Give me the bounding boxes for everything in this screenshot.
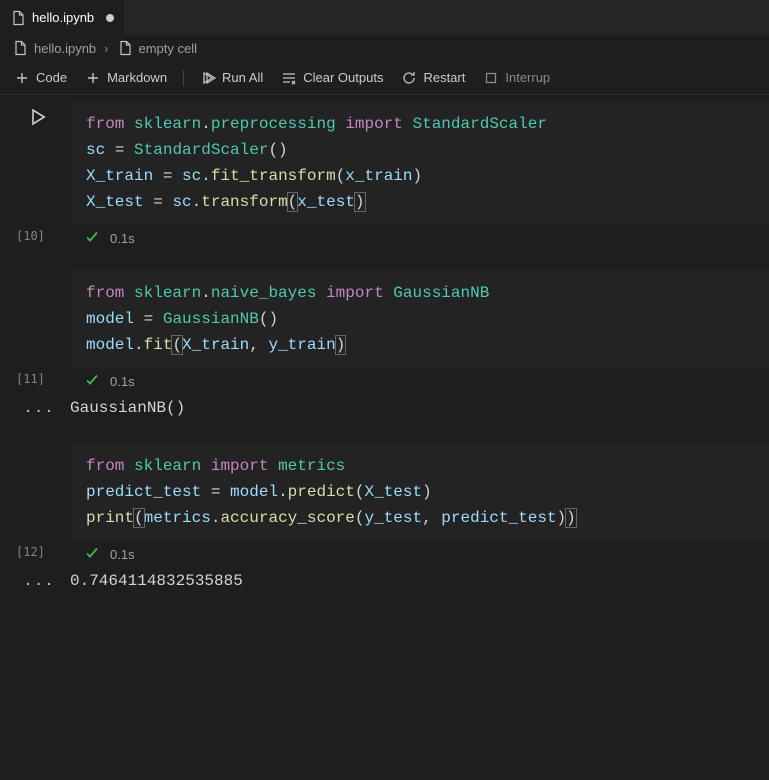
notebook-cell: [12]...from sklearn import metrics predi… bbox=[0, 443, 769, 594]
breadcrumb-leaf[interactable]: empty cell bbox=[139, 41, 198, 56]
code-content[interactable]: from sklearn import metrics predict_test… bbox=[86, 453, 755, 531]
code-editor[interactable]: from sklearn import metrics predict_test… bbox=[70, 443, 769, 541]
cell-output: 0.7464114832535885 bbox=[70, 564, 769, 594]
toolbar-divider bbox=[183, 70, 184, 86]
execution-time: 0.1s bbox=[110, 547, 135, 562]
add-markdown-label: Markdown bbox=[107, 70, 167, 85]
code-editor[interactable]: from sklearn.naive_bayes import Gaussian… bbox=[70, 270, 769, 368]
notebook-toolbar: Code Markdown Run All Clear Outputs Rest… bbox=[0, 61, 769, 95]
execution-time: 0.1s bbox=[110, 374, 135, 389]
editor-tab[interactable]: hello.ipynb bbox=[0, 0, 125, 35]
output-gutter-icon: ... bbox=[24, 573, 55, 589]
file-icon bbox=[12, 40, 28, 56]
chevron-right-icon: › bbox=[102, 41, 110, 56]
restart-label: Restart bbox=[423, 70, 465, 85]
success-check-icon bbox=[84, 545, 100, 564]
interrupt-label: Interrup bbox=[505, 70, 550, 85]
restart-button[interactable]: Restart bbox=[393, 66, 473, 90]
notebook-cell: [11]...from sklearn.naive_bayes import G… bbox=[0, 270, 769, 421]
interrupt-button[interactable]: Interrup bbox=[475, 66, 558, 90]
code-content[interactable]: from sklearn.preprocessing import Standa… bbox=[86, 111, 755, 215]
cell-icon bbox=[117, 40, 133, 56]
tab-filename: hello.ipynb bbox=[32, 10, 94, 25]
code-editor[interactable]: from sklearn.preprocessing import Standa… bbox=[70, 101, 769, 225]
run-all-button[interactable]: Run All bbox=[192, 66, 271, 90]
execution-count: [10] bbox=[16, 229, 45, 243]
code-content[interactable]: from sklearn.naive_bayes import Gaussian… bbox=[86, 280, 755, 358]
output-gutter-icon: ... bbox=[24, 400, 55, 416]
execution-count: [11] bbox=[16, 372, 45, 386]
run-all-label: Run All bbox=[222, 70, 263, 85]
cell-status: 0.1s bbox=[70, 225, 769, 248]
breadcrumb-file[interactable]: hello.ipynb bbox=[34, 41, 96, 56]
add-code-button[interactable]: Code bbox=[6, 66, 75, 90]
dirty-indicator-icon bbox=[106, 14, 114, 22]
cell-status: 0.1s bbox=[70, 541, 769, 564]
cell-output: GaussianNB() bbox=[70, 391, 769, 421]
notebook-cell: [10] from sklearn.preprocessing import St… bbox=[0, 101, 769, 248]
success-check-icon bbox=[84, 372, 100, 391]
cell-status: 0.1s bbox=[70, 368, 769, 391]
cells-container: [10] from sklearn.preprocessing import St… bbox=[0, 95, 769, 594]
add-code-label: Code bbox=[36, 70, 67, 85]
clear-outputs-button[interactable]: Clear Outputs bbox=[273, 66, 391, 90]
execution-count: [12] bbox=[16, 545, 45, 559]
tab-bar: hello.ipynb bbox=[0, 0, 769, 35]
breadcrumb: hello.ipynb › empty cell bbox=[0, 35, 769, 61]
execution-time: 0.1s bbox=[110, 231, 135, 246]
success-check-icon bbox=[84, 229, 100, 248]
cell-gutter: [12]... bbox=[0, 443, 70, 594]
run-cell-button[interactable] bbox=[28, 107, 48, 130]
add-markdown-button[interactable]: Markdown bbox=[77, 66, 175, 90]
cell-gutter: [11]... bbox=[0, 270, 70, 421]
file-icon bbox=[10, 10, 26, 26]
cell-gutter: [10] bbox=[0, 101, 70, 248]
clear-outputs-label: Clear Outputs bbox=[303, 70, 383, 85]
